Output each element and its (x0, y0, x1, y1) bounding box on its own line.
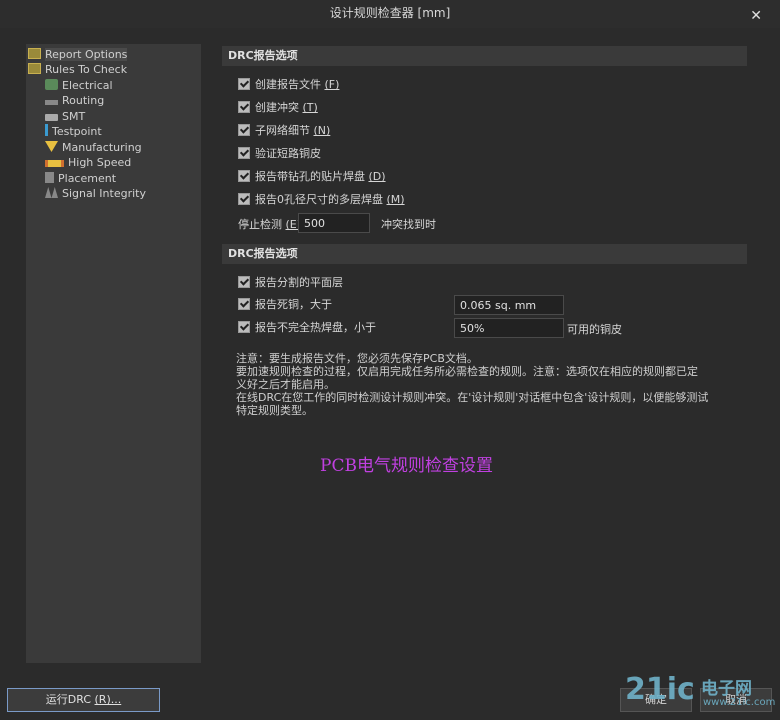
tree-item-manufacturing[interactable]: Manufacturing (45, 140, 142, 155)
tree-item-rules-to-check[interactable]: Rules To Check (28, 62, 127, 77)
tree-item-testpoint[interactable]: Testpoint (45, 124, 102, 139)
title-bar: 设计规则检查器 [mm] ✕ (0, 0, 780, 28)
electrical-icon (45, 79, 58, 90)
close-icon[interactable]: ✕ (750, 3, 762, 29)
checkbox[interactable] (238, 124, 250, 136)
watermark-logo: 21ic 电子网 www.21ic.com (625, 672, 776, 708)
high-speed-icon (45, 160, 64, 167)
run-drc-button[interactable]: 运行DRC (R)... (7, 688, 160, 712)
tree-item-routing[interactable]: Routing (45, 93, 104, 108)
checkbox[interactable] (238, 147, 250, 159)
option-report-dead-copper[interactable]: 报告死铜，大于 (238, 297, 332, 313)
option-report-split-plane[interactable]: 报告分割的平面层 (238, 275, 343, 291)
section-header-report-options: DRC报告选项 (222, 46, 747, 66)
thermal-suffix: 可用的铜皮 (567, 323, 622, 336)
routing-icon (45, 100, 58, 105)
tree-item-smt[interactable]: SMT (45, 109, 85, 124)
rules-tree: Report Options Rules To Check Electrical… (26, 44, 201, 663)
smt-icon (45, 114, 58, 121)
option-create-report-file[interactable]: 创建报告文件 (F) (238, 77, 339, 93)
window-title: 设计规则检查器 [mm] (329, 6, 451, 20)
manufacturing-icon (45, 141, 58, 152)
caption: PCB电气规则检查设置 (320, 456, 493, 476)
option-create-violations[interactable]: 创建冲突 (T) (238, 100, 318, 116)
tree-item-signal-integrity[interactable]: Signal Integrity (45, 186, 146, 201)
tree-item-electrical[interactable]: Electrical (45, 78, 113, 93)
stop-suffix: 冲突找到时 (381, 218, 436, 231)
placement-icon (45, 172, 54, 183)
stop-count-input[interactable]: 500 (298, 213, 370, 233)
signal-integrity-icon (45, 187, 58, 198)
checkbox[interactable] (238, 101, 250, 113)
note-text: 注意：要生成报告文件，您必须先保存PCB文档。 要加速规则检查的过程，仅启用完成… (236, 352, 709, 417)
tree-item-high-speed[interactable]: High Speed (45, 155, 131, 170)
checkbox[interactable] (238, 193, 250, 205)
folder-icon (28, 48, 41, 59)
option-subnet-details[interactable]: 子网络细节 (N) (238, 123, 330, 139)
folder-icon (28, 63, 41, 74)
option-verify-short-copper[interactable]: 验证短路铜皮 (238, 146, 321, 162)
tree-item-placement[interactable]: Placement (45, 171, 116, 186)
checkbox[interactable] (238, 321, 250, 333)
checkbox[interactable] (238, 276, 250, 288)
dead-copper-input[interactable]: 0.065 sq. mm (454, 295, 564, 315)
tree-item-report-options[interactable]: Report Options (28, 47, 128, 62)
checkbox[interactable] (238, 78, 250, 90)
stop-label: 停止检测 (E) (238, 218, 302, 231)
checkbox[interactable] (238, 298, 250, 310)
checkbox[interactable] (238, 170, 250, 182)
testpoint-icon (45, 124, 48, 136)
option-report-zero-hole-multilayer-pads[interactable]: 报告0孔径尺寸的多层焊盘 (M) (238, 192, 405, 208)
thermal-input[interactable]: 50% (454, 318, 564, 338)
section-header-report-options-2: DRC报告选项 (222, 244, 747, 264)
option-report-thermal-relief[interactable]: 报告不完全热焊盘，小于 (238, 320, 376, 336)
option-report-drilled-smt-pads[interactable]: 报告带钻孔的贴片焊盘 (D) (238, 169, 386, 185)
